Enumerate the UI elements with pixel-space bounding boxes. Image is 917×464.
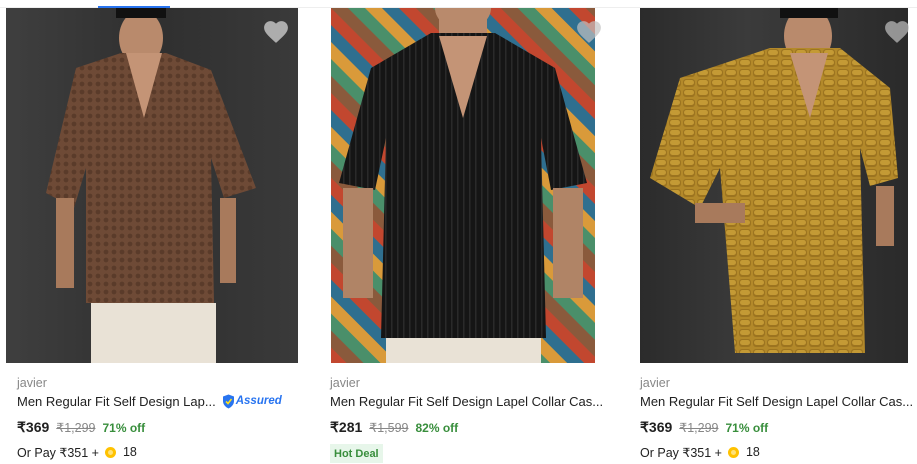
product-brand: javier [17, 376, 47, 390]
product-image[interactable] [6, 8, 298, 363]
original-price: ₹1,599 [369, 421, 409, 435]
discount-percent: 71% off [102, 421, 146, 435]
product-card[interactable]: javier Men Regular Fit Self Design Lap..… [6, 8, 306, 464]
supercoin-icon [104, 446, 116, 458]
product-card[interactable]: javier Men Regular Fit Self Design Lapel… [640, 8, 917, 464]
supercoin-offer: Or Pay ₹351 + 18 [17, 443, 317, 461]
pay-with-coins-text: Or Pay ₹351 + [17, 445, 99, 460]
product-title[interactable]: Men Regular Fit Self Design Lapel Collar… [640, 393, 913, 410]
discount-percent: 82% off [415, 421, 459, 435]
heart-icon[interactable] [576, 20, 602, 44]
heart-icon[interactable] [263, 20, 289, 44]
selling-price: ₹281 [330, 419, 363, 435]
original-price: ₹1,299 [56, 421, 96, 435]
product-title-row[interactable]: Men Regular Fit Self Design Lap... Assur… [17, 393, 317, 410]
hot-deal-badge: Hot Deal [330, 444, 383, 463]
product-brand: javier [330, 376, 360, 390]
coin-count: 18 [122, 445, 137, 459]
assured-badge: Assured [222, 393, 282, 410]
product-title-row[interactable]: Men Regular Fit Self Design Lapel Collar… [640, 393, 917, 410]
price-row: ₹281 ₹1,599 82% off [330, 418, 630, 436]
price-row: ₹369 ₹1,299 71% off [17, 418, 317, 436]
heart-icon[interactable] [884, 20, 910, 44]
product-title[interactable]: Men Regular Fit Self Design Lap... [17, 393, 216, 410]
selling-price: ₹369 [17, 419, 50, 435]
product-title-row[interactable]: Men Regular Fit Self Design Lapel Collar… [330, 393, 630, 410]
product-image[interactable] [640, 8, 908, 363]
discount-percent: 71% off [725, 421, 769, 435]
pay-with-coins-text: Or Pay ₹351 + [640, 445, 722, 460]
supercoin-offer: Or Pay ₹351 + 18 [640, 443, 917, 461]
price-row: ₹369 ₹1,299 71% off [640, 418, 917, 436]
assured-label: Assured [235, 395, 282, 407]
assured-shield-icon [222, 394, 234, 409]
original-price: ₹1,299 [679, 421, 719, 435]
product-image[interactable] [331, 8, 595, 363]
product-card[interactable]: javier Men Regular Fit Self Design Lapel… [330, 8, 630, 464]
product-title[interactable]: Men Regular Fit Self Design Lapel Collar… [330, 393, 603, 410]
coin-count: 18 [745, 445, 760, 459]
supercoin-icon [727, 446, 739, 458]
product-brand: javier [640, 376, 670, 390]
selling-price: ₹369 [640, 419, 673, 435]
